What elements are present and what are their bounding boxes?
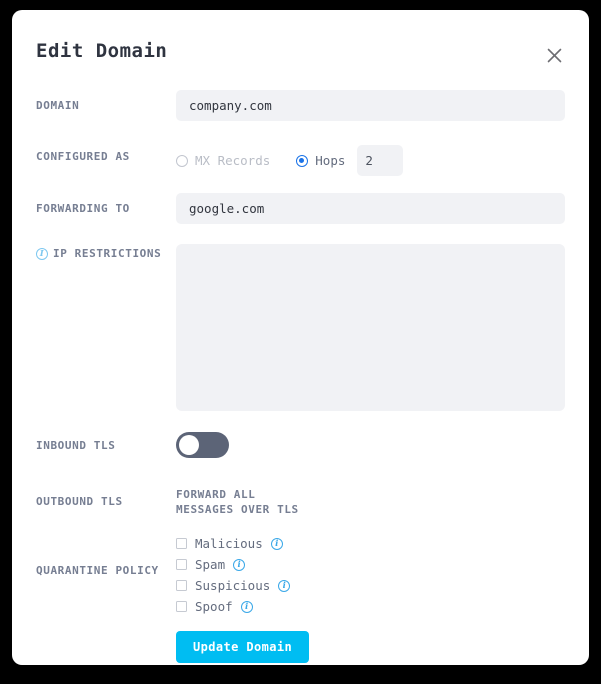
forwarding-to-label-text: FORWARDING TO: [36, 202, 130, 215]
quarantine-policy-label: QUARANTINE POLICY: [36, 531, 176, 577]
radio-mx-records-label: MX Records: [195, 153, 271, 168]
outbound-tls-description: FORWARD ALL MESSAGES OVER TLS: [176, 481, 565, 517]
checkbox-row-spam: Spam i: [176, 554, 565, 575]
checkbox-row-spoof: Spoof i: [176, 596, 565, 617]
submit-wrap: Update Domain: [176, 631, 565, 663]
forwarding-to-input[interactable]: [176, 193, 565, 224]
quarantine-policy-options: Malicious i Spam i Suspicious i Spoof i: [176, 531, 565, 617]
quarantine-policy-label-text: QUARANTINE POLICY: [36, 564, 159, 577]
edit-domain-modal: Edit Domain DOMAIN CONFIGURED AS M: [12, 10, 589, 665]
domain-label-text: DOMAIN: [36, 99, 80, 112]
hops-input[interactable]: [357, 145, 404, 176]
row-configured-as: CONFIGURED AS MX Records Hops: [12, 141, 589, 176]
outbound-tls-line-2: MESSAGES OVER TLS: [176, 503, 299, 516]
inbound-tls-field-wrap: [176, 432, 565, 458]
close-icon[interactable]: [541, 42, 567, 68]
info-icon[interactable]: i: [233, 558, 246, 571]
submit-spacer: [36, 631, 176, 640]
forwarding-to-field-wrap: [176, 193, 565, 224]
checkbox-spoof[interactable]: [176, 601, 187, 612]
row-submit: Update Domain: [12, 631, 589, 665]
ip-restrictions-label: i IP RESTRICTIONS: [36, 244, 176, 260]
checkbox-row-malicious: Malicious i: [176, 533, 565, 554]
row-ip-restrictions: i IP RESTRICTIONS: [12, 244, 589, 415]
checkbox-malicious-label: Malicious: [195, 536, 263, 551]
page-title: Edit Domain: [36, 40, 168, 62]
ip-restrictions-field-wrap: [176, 244, 565, 415]
checkbox-malicious[interactable]: [176, 538, 187, 549]
ip-restrictions-textarea[interactable]: [176, 244, 565, 411]
domain-label: DOMAIN: [36, 90, 176, 112]
radio-option-hops[interactable]: Hops: [296, 153, 345, 168]
ip-restrictions-label-text: IP RESTRICTIONS: [53, 247, 162, 260]
domain-field-wrap: [176, 90, 565, 121]
info-icon[interactable]: i: [278, 579, 291, 592]
radio-option-mx-records[interactable]: MX Records: [176, 153, 270, 168]
outbound-tls-label-text: OUTBOUND TLS: [36, 495, 123, 508]
inbound-tls-label-text: INBOUND TLS: [36, 439, 116, 452]
configured-as-options: MX Records Hops: [176, 141, 565, 176]
toggle-knob: [179, 435, 199, 455]
checkbox-row-suspicious: Suspicious i: [176, 575, 565, 596]
checkbox-spoof-label: Spoof: [195, 599, 233, 614]
info-icon[interactable]: i: [36, 247, 48, 260]
outbound-tls-line-1: FORWARD ALL: [176, 488, 256, 501]
inbound-tls-label: INBOUND TLS: [36, 432, 176, 452]
checkbox-spam[interactable]: [176, 559, 187, 570]
edit-domain-form: DOMAIN CONFIGURED AS MX Records Hops: [12, 90, 589, 665]
inbound-tls-toggle[interactable]: [176, 432, 229, 458]
domain-input[interactable]: [176, 90, 565, 121]
info-icon[interactable]: i: [240, 600, 253, 613]
info-icon[interactable]: i: [270, 537, 283, 550]
radio-hops-label: Hops: [315, 153, 346, 168]
row-quarantine-policy: QUARANTINE POLICY Malicious i Spam i Sus…: [12, 531, 589, 617]
checkbox-spam-label: Spam: [195, 557, 226, 572]
outbound-tls-label: OUTBOUND TLS: [36, 481, 176, 508]
row-inbound-tls: INBOUND TLS: [12, 432, 589, 466]
row-forwarding-to: FORWARDING TO: [12, 193, 589, 227]
checkbox-suspicious-label: Suspicious: [195, 578, 271, 593]
configured-as-label: CONFIGURED AS: [36, 141, 176, 163]
configured-as-label-text: CONFIGURED AS: [36, 150, 130, 163]
row-domain: DOMAIN: [12, 90, 589, 124]
row-outbound-tls: OUTBOUND TLS FORWARD ALL MESSAGES OVER T…: [12, 481, 589, 517]
update-domain-button[interactable]: Update Domain: [176, 631, 310, 663]
radio-hops-icon[interactable]: [296, 154, 309, 167]
checkbox-suspicious[interactable]: [176, 580, 187, 591]
radio-mx-records-icon[interactable]: [176, 154, 188, 167]
forwarding-to-label: FORWARDING TO: [36, 193, 176, 215]
